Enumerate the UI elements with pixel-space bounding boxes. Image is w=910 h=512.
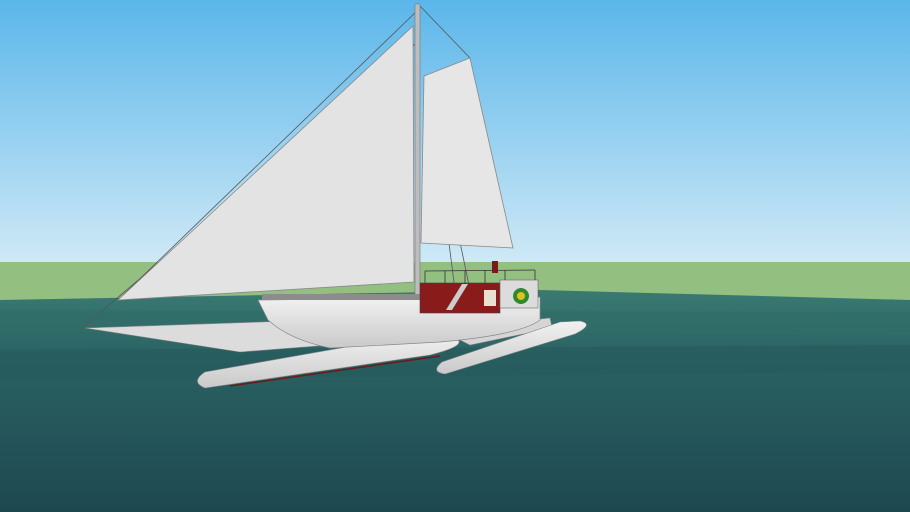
cabin-door xyxy=(484,290,496,306)
helm-figure xyxy=(492,261,498,273)
mast xyxy=(414,3,421,297)
trimaran-render xyxy=(0,0,910,512)
deck xyxy=(262,294,422,300)
porthole-emblem-inner xyxy=(517,292,525,300)
